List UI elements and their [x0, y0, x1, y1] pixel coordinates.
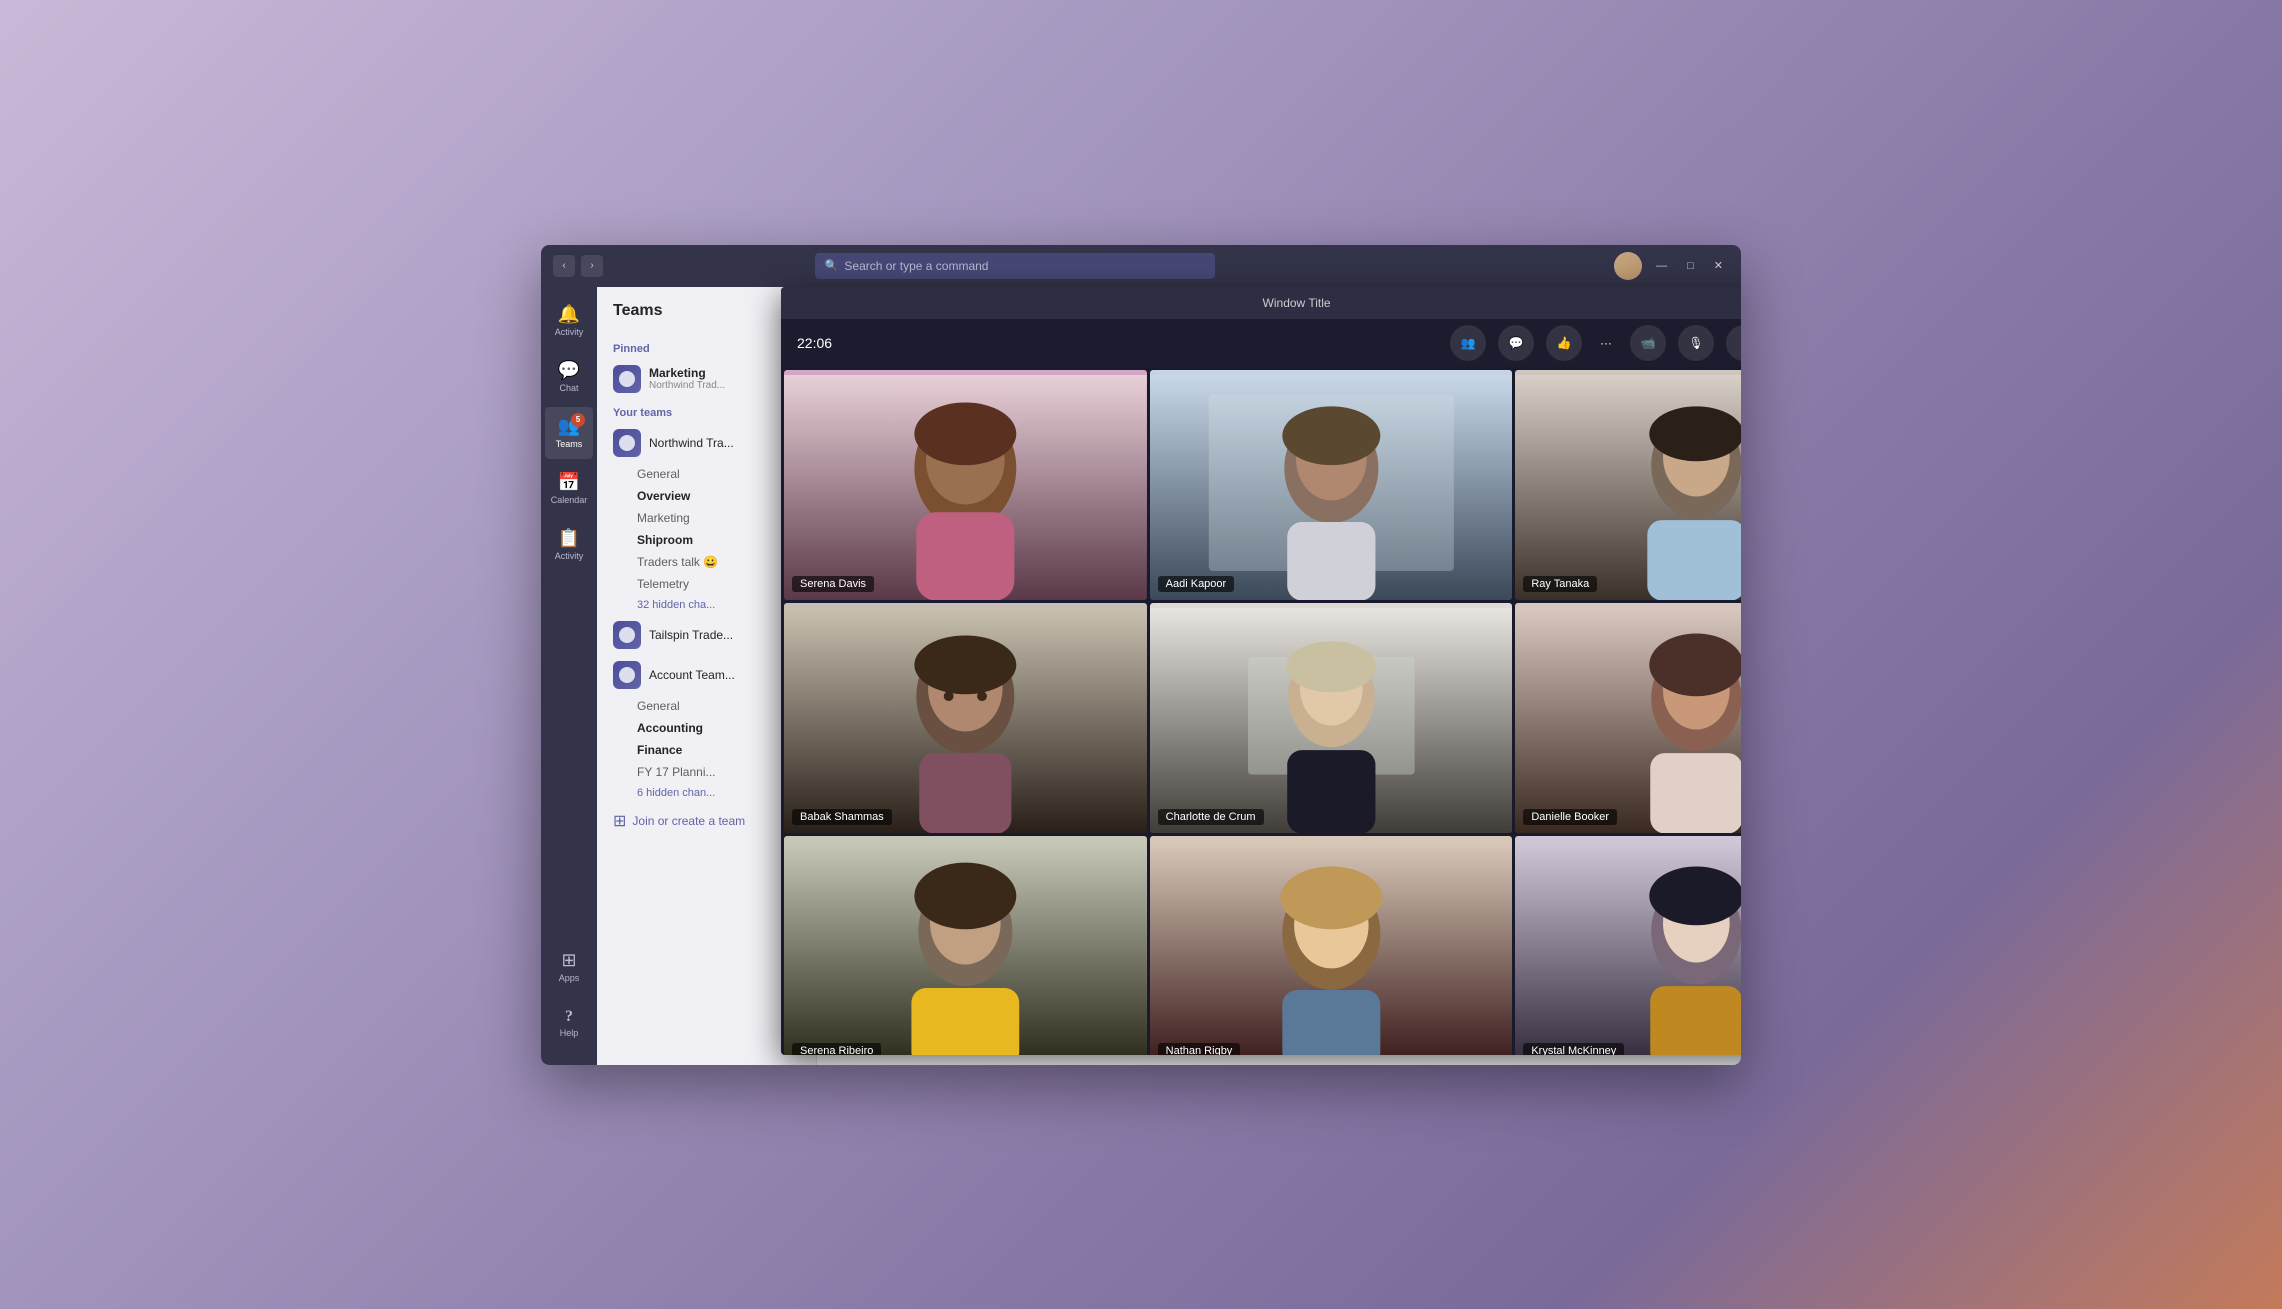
join-create-label: Join or create a team — [632, 814, 745, 828]
call-title: Window Title — [793, 296, 1741, 310]
krystal-video — [1515, 836, 1741, 1054]
sidebar-bottom: ⊞ Apps ? Help — [545, 941, 593, 1057]
activity-icon: 🔔 — [558, 304, 580, 325]
serena-davis-video — [784, 370, 1147, 600]
babak-shammas-name: Babak Shammas — [792, 809, 892, 825]
chat-call-icon: 💬 — [1508, 336, 1523, 350]
sidebar-item-teams[interactable]: 5 👥 Teams — [545, 407, 593, 459]
close-button[interactable]: ✕ — [1708, 257, 1729, 274]
call-title-bar: Window Title — □ ✕ — [781, 287, 1741, 319]
teams-badge: 5 — [571, 413, 585, 427]
serena-davis-name: Serena Davis — [792, 576, 874, 592]
video-cell-aadi-kapoor: Aadi Kapoor — [1150, 370, 1513, 600]
account-name: Account Team... — [649, 668, 735, 682]
calendar-icon: 📅 — [558, 472, 580, 493]
participants-button[interactable]: 👥 — [1450, 325, 1486, 361]
mic-button[interactable]: 🎙 — [1678, 325, 1714, 361]
title-bar-nav: ‹ › — [553, 255, 603, 277]
search-placeholder: Search or type a command — [844, 259, 988, 273]
sidebar-icons: 🔔 Activity 💬 Chat 5 👥 Teams 📅 Calendar 📋… — [541, 287, 597, 1065]
sidebar-item-activity2[interactable]: 📋 Activity — [545, 519, 593, 571]
app-window: ‹ › 🔍 Search or type a command — □ ✕ 🔔 A… — [541, 245, 1741, 1065]
video-grid: Serena Davis Aa — [781, 367, 1741, 1055]
serena-ribeiro-video — [784, 836, 1147, 1054]
call-timer: 22:06 — [797, 335, 832, 351]
charlotte-video — [1150, 603, 1513, 833]
mic-icon: 🎙 — [1688, 336, 1703, 350]
participants-icon: 👥 — [1460, 336, 1475, 350]
sidebar-item-help[interactable]: ? Help — [545, 997, 593, 1049]
sidebar-item-calendar[interactable]: 📅 Calendar — [545, 463, 593, 515]
video-cell-krystal: Krystal McKinney — [1515, 836, 1741, 1054]
sidebar-item-chat[interactable]: 💬 Chat — [545, 351, 593, 403]
call-overlay: Window Title — □ ✕ 22:06 👥 💬 👍 ··· 📹 — [781, 287, 1741, 1055]
teams-title: Teams — [613, 302, 663, 320]
video-cell-ray-tanaka: Ray Tanaka — [1515, 370, 1741, 600]
video-button[interactable]: 📹 — [1630, 325, 1666, 361]
minimize-button[interactable]: — — [1650, 258, 1673, 274]
ray-tanaka-video — [1515, 370, 1741, 600]
ray-tanaka-name: Ray Tanaka — [1523, 576, 1597, 592]
help-icon: ? — [565, 1008, 573, 1026]
search-icon: 🔍 — [825, 259, 839, 272]
apps-label: Apps — [559, 973, 580, 983]
chat-button[interactable]: 💬 — [1498, 325, 1534, 361]
account-avatar — [613, 661, 641, 689]
charlotte-name: Charlotte de Crum — [1158, 809, 1264, 825]
aadi-kapoor-name: Aadi Kapoor — [1158, 576, 1235, 592]
title-bar: ‹ › 🔍 Search or type a command — □ ✕ — [541, 245, 1741, 287]
marketing-team-name: Marketing — [649, 366, 725, 380]
aadi-kapoor-video — [1150, 370, 1513, 600]
video-cell-babak-shammas: Babak Shammas — [784, 603, 1147, 833]
maximize-button[interactable]: □ — [1681, 258, 1700, 274]
reactions-button[interactable]: 👍 — [1546, 325, 1582, 361]
krystal-name: Krystal McKinney — [1523, 1043, 1624, 1055]
babak-shammas-video — [784, 603, 1147, 833]
chat-label: Chat — [559, 383, 578, 393]
teams-label: Teams — [556, 439, 583, 449]
nathan-name: Nathan Rigby — [1158, 1043, 1241, 1055]
marketing-team-subtitle: Northwind Trad... — [649, 380, 725, 391]
help-label: Help — [560, 1028, 579, 1038]
sidebar-item-activity[interactable]: 🔔 Activity — [545, 295, 593, 347]
more-call-options[interactable]: ··· — [1594, 330, 1618, 356]
chat-icon: 💬 — [558, 360, 580, 381]
video-icon: 📹 — [1640, 336, 1655, 350]
activity2-icon: 📋 — [558, 528, 580, 549]
forward-button[interactable]: › — [581, 255, 603, 277]
northwind-avatar — [613, 429, 641, 457]
nathan-video — [1150, 836, 1513, 1054]
tailspin-avatar — [613, 621, 641, 649]
activity-label: Activity — [555, 327, 584, 337]
tailspin-name: Tailspin Trade... — [649, 628, 733, 642]
share-icon: ⬆ — [1739, 336, 1741, 350]
marketing-team-info: Marketing Northwind Trad... — [649, 366, 725, 391]
call-toolbar: 22:06 👥 💬 👍 ··· 📹 🎙 ⬆ 📞 Leave — [781, 319, 1741, 367]
serena-ribeiro-name: Serena Ribeiro — [792, 1043, 881, 1055]
share-button[interactable]: ⬆ — [1726, 325, 1741, 361]
calendar-label: Calendar — [551, 495, 588, 505]
marketing-avatar — [613, 365, 641, 393]
video-cell-danielle: Danielle Booker — [1515, 603, 1741, 833]
video-cell-nathan: Nathan Rigby — [1150, 836, 1513, 1054]
northwind-name: Northwind Tra... — [649, 436, 734, 450]
search-bar[interactable]: 🔍 Search or type a command — [815, 253, 1215, 279]
danielle-video — [1515, 603, 1741, 833]
apps-icon: ⊞ — [561, 950, 576, 971]
join-create-icon: ⊞ — [613, 811, 626, 831]
activity2-label: Activity — [555, 551, 584, 561]
sidebar-item-apps[interactable]: ⊞ Apps — [545, 941, 593, 993]
video-cell-serena-ribeiro: Serena Ribeiro — [784, 836, 1147, 1054]
reactions-icon: 👍 — [1556, 336, 1571, 350]
video-cell-serena-davis: Serena Davis — [784, 370, 1147, 600]
back-button[interactable]: ‹ — [553, 255, 575, 277]
danielle-name: Danielle Booker — [1523, 809, 1617, 825]
user-avatar[interactable] — [1614, 252, 1642, 280]
video-cell-charlotte: Charlotte de Crum — [1150, 603, 1513, 833]
title-bar-controls: — □ ✕ — [1614, 252, 1729, 280]
